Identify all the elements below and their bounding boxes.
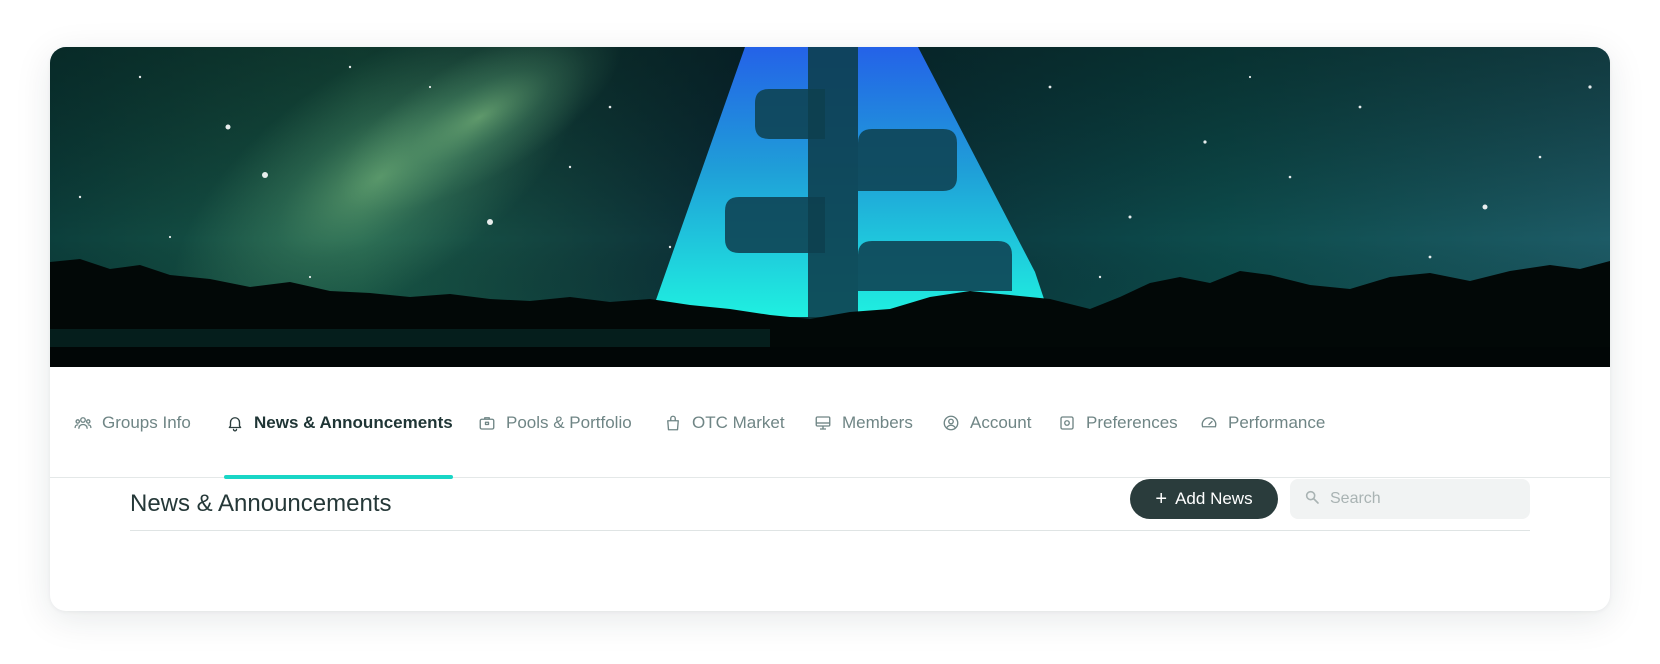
tab-performance[interactable]: Performance [1198,367,1325,478]
tab-news-announcements[interactable]: News & Announcements [224,367,453,479]
search-icon [1304,489,1330,510]
group-card: Groups Info News & Announcements Pools &… [50,47,1610,611]
search-input[interactable] [1330,490,1520,508]
settings-square-icon [1056,412,1078,434]
user-circle-icon [940,412,962,434]
page-title: News & Announcements [130,490,392,517]
tab-members[interactable]: Members [812,367,913,478]
add-news-button[interactable]: + Add News [1130,479,1278,519]
add-news-label: Add News [1175,489,1253,508]
tab-label: OTC Market [692,412,785,432]
tab-label: Pools & Portfolio [506,412,632,432]
tab-bar: Groups Info News & Announcements Pools &… [50,367,1610,479]
tab-label: Account [970,412,1032,432]
users-icon [72,412,94,434]
content-divider [130,530,1530,531]
banner-image [50,47,1610,367]
tab-label: Performance [1228,412,1326,432]
tab-otc-market[interactable]: OTC Market [662,367,785,478]
bell-icon [224,412,246,434]
search-box[interactable] [1290,479,1530,519]
monitor-icon [812,412,834,434]
tab-label: Members [842,412,913,432]
tab-label: Preferences [1086,412,1178,432]
tab-groups-info[interactable]: Groups Info [72,367,191,478]
tab-preferences[interactable]: Preferences [1056,367,1178,478]
tab-label: Groups Info [102,412,191,432]
shopping-bag-icon [662,412,684,434]
tab-account[interactable]: Account [940,367,1031,478]
tab-label: News & Announcements [254,412,453,432]
tab-pools-portfolio[interactable]: Pools & Portfolio [476,367,632,478]
speedometer-icon [1198,412,1220,434]
plus-icon: + [1155,488,1168,510]
briefcase-icon [476,412,498,434]
